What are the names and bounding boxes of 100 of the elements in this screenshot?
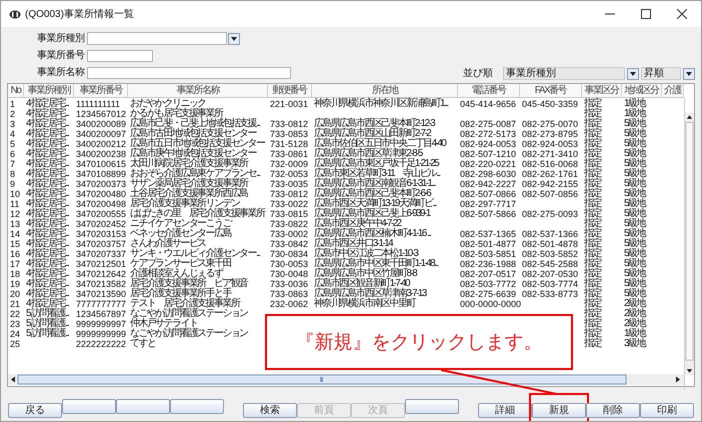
action-button[interactable]: 戻る — [8, 403, 62, 418]
table-cell-text: 3470200498 — [76, 199, 128, 209]
column-header[interactable]: FAX番号 — [520, 84, 582, 97]
dropdown-button[interactable] — [228, 32, 240, 44]
column-header[interactable]: 事業所番号 — [74, 84, 128, 97]
action-button[interactable]: 印刷 — [640, 403, 694, 418]
table-cell-text: 5級地 — [624, 169, 646, 179]
table-cell-text: 3470200373 — [76, 179, 128, 189]
table-cell-text: 6 — [10, 149, 16, 159]
horizontal-scrollbar[interactable] — [8, 374, 684, 385]
table-cell-text: 指定 — [584, 279, 602, 289]
table-cell-text: 神奈川県横浜市南区中里町 — [314, 299, 416, 309]
table-cell-text: サザン薬局居宅介護支援事業所 — [130, 179, 250, 189]
action-button[interactable]: 削除 — [586, 403, 640, 418]
table-cell-text: 082-924-0053 — [460, 139, 518, 149]
table-cell-text: 4 指定居宅... — [26, 179, 70, 189]
table-cell-text: 指定 — [584, 159, 602, 169]
table-cell-text: 4 指定居宅... — [26, 189, 70, 199]
table-cell-text: 5級地 — [624, 259, 646, 269]
table-cell-text: 082-503-7772 — [460, 279, 518, 289]
number-field[interactable] — [87, 50, 153, 62]
column-header[interactable]: 電話番号 — [458, 84, 520, 97]
action-button[interactable]: 詳細 — [478, 403, 532, 418]
filter-label: 事業所名称 — [37, 66, 86, 78]
table-cell-text: 3470212501 — [76, 259, 128, 269]
action-button[interactable]: 新規 — [532, 403, 586, 418]
table-cell-text: 5級地 — [624, 119, 646, 129]
table-cell-text: 3470213590 — [76, 289, 128, 299]
table-cell-text: 8 — [10, 169, 16, 179]
table-cell-text: 082-507-0856 — [522, 189, 580, 199]
table-cell-text: 3470212642 — [76, 269, 128, 279]
table-cell-text: 733-0002 — [270, 229, 310, 239]
table-cell-text: 仲木戸サテライト — [130, 319, 198, 329]
table-cell-text: 11 — [10, 199, 20, 209]
maximize-icon[interactable] — [641, 9, 651, 19]
table-cell-text: 082-273-8795 — [522, 129, 580, 139]
table-cell-text: おおぞら介護広島東ケアプランセ... — [130, 169, 262, 179]
table-cell-text: 4 指定居宅... — [26, 239, 70, 249]
table-cell-text: 082-275-0087 — [460, 119, 518, 129]
column-header[interactable]: 地域区分 — [622, 84, 662, 97]
table-cell-text: 4 指定居宅... — [26, 109, 70, 119]
table-cell-text: 733-0812 — [270, 189, 310, 199]
empty-button[interactable] — [405, 399, 459, 414]
table-cell-text: 指定 — [584, 169, 602, 179]
table-cell-text: 14 — [10, 229, 22, 239]
table-cell-text: 2 — [10, 109, 16, 119]
caret-icon — [231, 36, 237, 40]
table-cell-text: なごやか訪問看護ステーション — [130, 329, 249, 339]
table-cell-text: 5 — [10, 139, 16, 149]
dropdown-button[interactable] — [683, 68, 695, 80]
table-cell-text: 4 指定居宅... — [26, 209, 70, 219]
column-header[interactable]: 事業所種別 — [24, 84, 74, 97]
table-cell-text: 20 — [10, 289, 22, 299]
close-icon[interactable] — [677, 9, 687, 19]
table-cell-text: 733-0822 — [270, 219, 310, 229]
table-cell-text: おだやかクリニック — [130, 99, 206, 109]
table-cell-text: 広島県広島市西区草津南3-7-13 — [314, 289, 428, 299]
table-cell-text: 082-275-6639 — [460, 289, 518, 299]
column-header[interactable]: 所在地 — [312, 84, 458, 97]
table-cell-text: 広島県広島市西区山田新町2-7-2 — [314, 129, 431, 139]
table-cell-text: 4 指定居宅... — [26, 159, 70, 169]
table-cell-text: 4 指定居宅... — [26, 279, 70, 289]
table-cell-text: 5 訪問看護... — [26, 319, 70, 329]
table-cell-text: ニチイケアセンターこうご — [130, 219, 232, 229]
column-header[interactable]: 事業所名称 — [128, 84, 268, 97]
table-cell-text: 082-272-5173 — [460, 129, 518, 139]
table-cell-text: 指定 — [584, 319, 602, 329]
table-cell-text: さんわ介護サービス — [130, 239, 206, 249]
table-cell-text: 732-0009 — [270, 159, 310, 169]
table-cell-text: サンキ・ウエルビィ介護センター... — [130, 249, 262, 259]
action-button[interactable]: 検索 — [243, 403, 297, 418]
table-cell-text: 22 — [10, 309, 22, 319]
name-field[interactable] — [87, 66, 291, 78]
table-cell-text: 1級地 — [624, 99, 646, 109]
dropdown-button[interactable] — [627, 68, 639, 80]
table-cell-text: 4 指定居宅... — [26, 219, 70, 229]
table-cell-text: 指定 — [584, 119, 602, 129]
table-cell-text: 広島市五日市地域包括支援センター — [130, 139, 266, 149]
table-cell-text: 3470202452 — [76, 219, 128, 229]
table-cell-text: 指定 — [584, 129, 602, 139]
table-cell-text: 082-942-2227 — [460, 179, 518, 189]
table-cell-text: 広島市西区観音新町1-7-40 — [314, 279, 410, 289]
table-cell-text: 5級地 — [624, 239, 646, 249]
table-cell-text: 730-0053 — [270, 259, 310, 269]
sort-order-select[interactable]: 昇順 — [641, 67, 681, 80]
column-header[interactable]: 介護 — [662, 84, 684, 97]
column-header[interactable]: No — [8, 84, 24, 97]
column-header[interactable]: 事業区分 — [582, 84, 622, 97]
vertical-scrollbar[interactable] — [684, 98, 694, 390]
table-cell-text: 18 — [10, 269, 22, 279]
table-cell-text: 広島市東区若草町3-11 寺山ビル... — [314, 169, 442, 179]
table-cell-text: 広島県広島市東区戸坂千足1-21-25 — [314, 159, 440, 169]
table-cell-text: 指定 — [584, 229, 602, 239]
sort-field-select[interactable]: 事業所種別 — [503, 67, 625, 80]
table-cell-text: 5級地 — [624, 189, 646, 199]
table-cell-text: 1級地 — [624, 109, 646, 119]
table-cell-text: 9 — [10, 179, 16, 189]
table-cell-text: 土谷居宅介護支援事業所西広島 — [130, 189, 249, 199]
table-cell-text: 広島県広島市西区己斐上6-939-1 — [314, 209, 432, 219]
column-header[interactable]: 郵便番号 — [268, 84, 312, 97]
